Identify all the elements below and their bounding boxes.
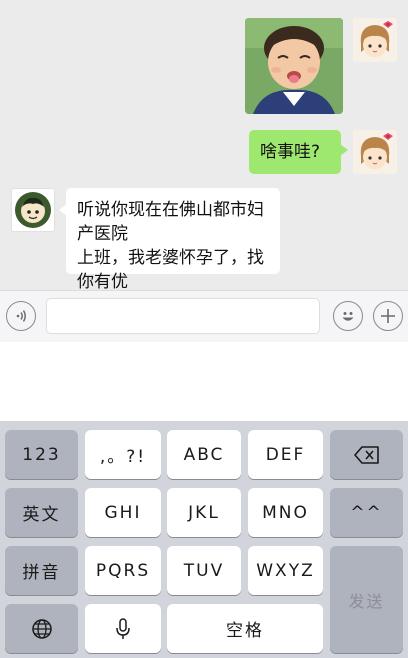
globe-key[interactable] bbox=[5, 604, 78, 653]
key-123[interactable]: 123 bbox=[5, 430, 78, 479]
key-punctuation[interactable]: ,。?! bbox=[85, 430, 161, 479]
key-pinyin[interactable]: 拼音 bbox=[5, 546, 78, 595]
mic-key[interactable] bbox=[85, 604, 161, 653]
key-ghi[interactable]: GHI bbox=[85, 488, 161, 537]
key-wxyz[interactable]: WXYZ bbox=[248, 546, 323, 595]
key-mno[interactable]: MNO bbox=[248, 488, 323, 537]
microphone-icon bbox=[116, 617, 130, 639]
self-avatar[interactable] bbox=[353, 18, 397, 62]
cartoon-avatar-icon bbox=[12, 189, 54, 231]
key-emoticon[interactable]: ^^ bbox=[330, 488, 403, 537]
contact-avatar[interactable] bbox=[11, 188, 55, 232]
contact-message-bubble[interactable]: 听说你现在在佛山都市妇产医院 上班，我老婆怀孕了，找你有优 惠吗😁 bbox=[59, 188, 280, 316]
self-message-bubble[interactable]: 啥事哇? bbox=[249, 130, 348, 174]
chat-area[interactable]: 啥事哇? 听说你现在在佛山都市妇产医院 上班，我老婆怀孕了，找你有优 bbox=[0, 0, 408, 316]
panel-area bbox=[0, 342, 408, 422]
key-pqrs[interactable]: PQRS bbox=[85, 546, 161, 595]
key-def[interactable]: DEF bbox=[248, 430, 323, 479]
send-key[interactable]: 发送 bbox=[330, 546, 403, 653]
key-tuv[interactable]: TUV bbox=[167, 546, 241, 595]
chat-screen: 啥事哇? 听说你现在在佛山都市妇产医院 上班，我老婆怀孕了，找你有优 123 ,… bbox=[0, 0, 408, 658]
image-message[interactable] bbox=[245, 18, 343, 114]
key-jkl[interactable]: JKL bbox=[167, 488, 241, 537]
input-bar bbox=[0, 290, 408, 342]
smiley-icon bbox=[342, 312, 354, 321]
key-abc[interactable]: ABC bbox=[167, 430, 241, 479]
space-key[interactable]: 空格 bbox=[167, 604, 323, 653]
backspace-icon bbox=[353, 445, 379, 464]
self-avatar[interactable] bbox=[353, 130, 397, 174]
delete-key[interactable] bbox=[330, 430, 403, 479]
girl-avatar-icon bbox=[353, 18, 397, 62]
message-line: 听说你现在在佛山都市妇产医院 bbox=[77, 200, 264, 244]
voice-icon bbox=[16, 310, 26, 322]
girl-avatar-icon bbox=[353, 130, 397, 174]
message-text: 啥事哇? bbox=[260, 142, 321, 162]
child-photo bbox=[245, 18, 343, 114]
plus-icon bbox=[381, 309, 395, 323]
more-button[interactable] bbox=[373, 301, 403, 331]
message-input[interactable] bbox=[46, 298, 320, 334]
voice-button[interactable] bbox=[6, 301, 36, 331]
globe-icon bbox=[31, 618, 52, 639]
message-line: 上班，我老婆怀孕了，找你有优 bbox=[77, 248, 264, 292]
pinyin-keyboard: 123 ,。?! ABC DEF 英文 GHI JKL MNO ^^ 拼音 PQ… bbox=[0, 422, 408, 658]
emoji-button[interactable] bbox=[333, 301, 363, 331]
key-english[interactable]: 英文 bbox=[5, 488, 78, 537]
